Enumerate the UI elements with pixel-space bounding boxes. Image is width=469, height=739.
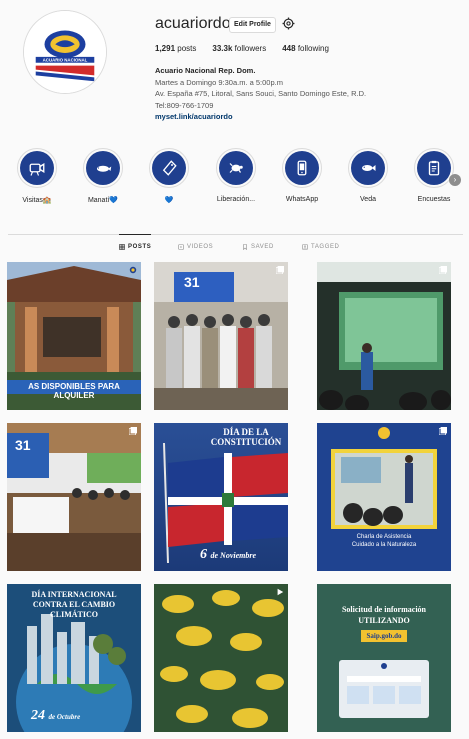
tab-saved[interactable]: SAVED — [242, 244, 274, 250]
post-thumbnail[interactable]: Charla de Asistencia Cuidado a la Natura… — [317, 423, 451, 571]
followers-stat[interactable]: 33.3k followers — [212, 44, 266, 53]
post-thumbnail[interactable]: 31 — [7, 423, 141, 571]
profile-hours: Martes a Domingo 9:30a.m. a 5:00p.m — [155, 77, 283, 87]
active-tab-indicator — [119, 234, 151, 235]
post-thumbnail[interactable]: AS DISPONIBLES PARA ALQUILER — [7, 262, 141, 410]
post-date: 6 de Noviembre — [200, 547, 257, 562]
heart-emoji: 💙 — [109, 197, 119, 204]
logo-text: ACUARIO NACIONAL — [43, 58, 88, 63]
camera-icon — [29, 163, 45, 176]
profile-username: acuariordo — [155, 15, 231, 32]
highlight-label: Encuestas — [417, 196, 451, 203]
carousel-icon — [439, 427, 447, 435]
highlight-liberacion[interactable]: Liberación... — [206, 148, 266, 203]
post-date: 24 de Octubre — [31, 708, 81, 723]
tag-person-icon — [302, 244, 308, 250]
video-play-icon — [277, 588, 284, 596]
highlight-visitas[interactable]: Visitas🏫 — [7, 148, 67, 204]
chevron-right-icon[interactable]: › — [449, 174, 461, 186]
post-thumbnail[interactable] — [154, 584, 288, 732]
posts-stat: 1,291 posts — [155, 44, 197, 53]
manatee-icon — [97, 165, 112, 172]
anniversary-number: 31 — [184, 274, 200, 290]
story-highlights: Visitas🏫 Manatí💙 💙 Liberación... WhatsAp… — [0, 148, 469, 214]
aquarium-logo-icon — [129, 266, 137, 274]
post-title: Solicitud de información UTILIZANDO — [341, 605, 426, 625]
following-stat[interactable]: 448 following — [282, 44, 329, 53]
post-caption: Charla de Asistencia Cuidado a la Natura… — [351, 534, 417, 548]
profile-tabs: POSTS VIDEOS SAVED TAGGED — [0, 244, 469, 254]
carousel-icon — [129, 427, 137, 435]
profile-stats: 1,291 posts 33.3k followers 448 followin… — [155, 44, 329, 53]
profile-address: Av. España #75, Litoral, Sans Souci, San… — [155, 89, 367, 98]
profile-phone: Tel:809-766-1709 — [155, 100, 214, 110]
saip-badge: Saip.gob.do — [361, 630, 407, 642]
profile-bio: Acuario Nacional Rep. Dom. Martes a Domi… — [155, 65, 455, 123]
bookmark-icon — [243, 244, 247, 250]
video-icon — [178, 244, 184, 250]
clipboard-icon — [428, 160, 440, 176]
fish-video-image — [154, 584, 288, 732]
post-thumbnail[interactable] — [317, 262, 451, 410]
school-emoji: 🏫 — [42, 197, 52, 204]
highlight-label: Visitas — [22, 197, 43, 204]
tab-posts[interactable]: POSTS — [119, 244, 151, 250]
post-title: DÍA INTERNACIONAL CONTRA EL CAMBIO CLIMÁ… — [31, 590, 117, 619]
post-thumbnail[interactable]: DÍA INTERNACIONAL CONTRA EL CAMBIO CLIMÁ… — [7, 584, 141, 732]
group-photo-image — [154, 262, 288, 410]
highlight-veda[interactable]: Veda — [338, 148, 398, 203]
highlight-tag[interactable]: 💙 — [139, 148, 199, 204]
phone-icon — [297, 160, 307, 176]
highlight-label: WhatsApp — [285, 196, 319, 203]
acuario-logo: ACUARIO NACIONAL — [24, 11, 106, 93]
profile-link[interactable]: myset.link/acuariordo — [155, 111, 455, 123]
tag-icon — [162, 160, 177, 176]
post-thumbnail[interactable]: 31 — [154, 262, 288, 410]
presentation-image — [317, 262, 451, 410]
post-title: DÍA DE LA CONSTITUCIÓN — [210, 427, 282, 447]
fish-icon — [362, 165, 376, 171]
anniversary-number: 31 — [15, 437, 31, 453]
post-thumbnail[interactable]: DÍA DE LA CONSTITUCIÓN 6 de Noviembre — [154, 423, 288, 571]
highlight-label: Veda — [360, 196, 376, 203]
highlight-whatsapp[interactable]: WhatsApp — [272, 148, 332, 203]
highlight-label: Liberación... — [216, 196, 256, 203]
carousel-icon — [276, 266, 284, 274]
settings-gear-icon[interactable] — [282, 17, 295, 30]
tab-tagged[interactable]: TAGGED — [302, 244, 340, 250]
turtle-icon — [229, 163, 243, 173]
post-thumbnail[interactable]: Solicitud de información UTILIZANDO Saip… — [317, 584, 451, 732]
profile-full-name: Acuario Nacional Rep. Dom. — [155, 66, 256, 75]
heart-emoji: 💙 — [164, 197, 174, 204]
highlight-label: Manatí — [87, 197, 110, 204]
profile-avatar[interactable]: ACUARIO NACIONAL — [23, 10, 107, 94]
highlight-manati[interactable]: Manatí💙 — [73, 148, 133, 204]
post-caption: AS DISPONIBLES PARA ALQUILER — [28, 382, 120, 400]
grid-icon — [119, 244, 125, 250]
carousel-icon — [439, 266, 447, 274]
tab-videos[interactable]: VIDEOS — [178, 244, 213, 250]
tabs-divider — [8, 234, 463, 235]
edit-profile-button[interactable]: Edit Profile — [229, 17, 276, 33]
